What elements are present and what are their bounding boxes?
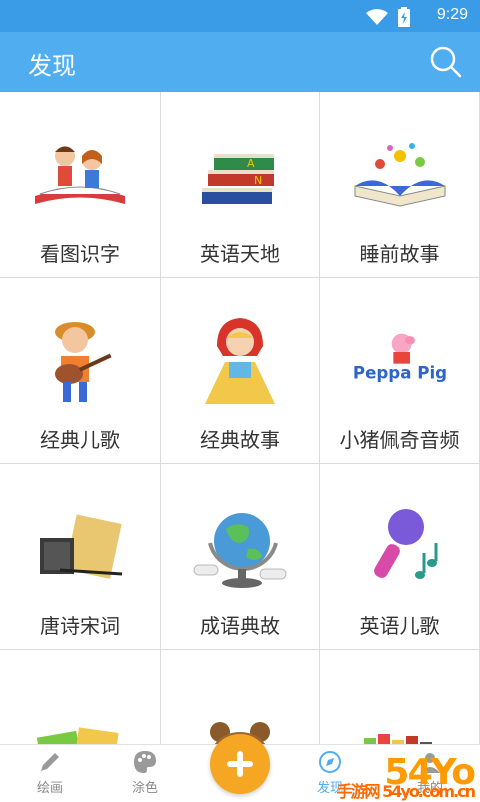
watermark: 54Yo 手游网 54yo.com.cn [337, 752, 476, 801]
little-red-riding-hood-icon [190, 312, 290, 412]
nav-label: 绘画 [36, 781, 63, 796]
wifi-icon [366, 9, 388, 25]
status-bar: 9:29 [0, 0, 480, 32]
svg-text:A: A [247, 157, 255, 170]
kids-reading-book-icon [30, 126, 130, 226]
discover-icon [319, 751, 341, 773]
pencil-icon [41, 753, 59, 771]
plus-icon [227, 751, 253, 777]
search-icon [430, 46, 462, 78]
grid-item-label: 唐诗宋词 [40, 614, 120, 638]
grid-item-chengyu-diangu[interactable]: 成语典故 [161, 464, 320, 650]
peppa-pig-logo-icon: Peppa Pig [350, 312, 450, 412]
alphabet-cards-icon: A B [30, 684, 130, 744]
pop-up-storybook-icon [350, 126, 450, 226]
grid-item-xiaozhu-peiqi[interactable]: Peppa Pig 小猪佩奇音频 [320, 278, 480, 464]
grid-item-label: 经典儿歌 [40, 428, 120, 452]
search-button[interactable] [428, 44, 464, 80]
watermark-sub: 手游网 54yo.com.cn [336, 782, 476, 801]
grid-item-label: 英语儿歌 [359, 614, 440, 638]
grid-item-shuiqian-gushi[interactable]: 睡前故事 [320, 92, 480, 278]
grid-item-label: 看图识字 [40, 242, 120, 266]
grid-item-partial-1[interactable]: A B [0, 650, 161, 744]
nav-item-drawing[interactable]: 绘画 [10, 749, 90, 796]
grid-item-tangshi-songci[interactable]: 唐诗宋词 [0, 464, 161, 650]
globe-icon [190, 498, 290, 598]
discover-grid: 看图识字 A N 英语天地 睡前故事 经典儿歌 经典故事 Peppa Pig 小… [0, 92, 480, 744]
grid-item-label: 经典故事 [200, 428, 280, 452]
grid-item-yingyu-tiandi[interactable]: A N 英语天地 [161, 92, 320, 278]
grid-item-jingdian-erge[interactable]: 经典儿歌 [0, 278, 161, 464]
grid-item-label: 睡前故事 [359, 242, 440, 266]
grid-item-kantu-shizi[interactable]: 看图识字 [0, 92, 161, 278]
status-icons [366, 7, 410, 27]
battery-icon [398, 7, 410, 27]
grid-item-label: 成语典故 [200, 614, 280, 638]
add-button[interactable] [210, 734, 270, 794]
grid-item-yingyu-erge[interactable]: 英语儿歌 [320, 464, 480, 650]
scroll-and-ink-icon [30, 498, 130, 598]
grid-item-label: 小猪佩奇音频 [339, 428, 460, 452]
grid-item-partial-2[interactable] [161, 650, 320, 744]
status-time: 9:29 [436, 6, 468, 23]
grid-item-jingdian-gushi[interactable]: 经典故事 [161, 278, 320, 464]
app-bar: 发现 [0, 32, 480, 92]
grid-item-partial-3[interactable] [320, 650, 480, 744]
grid-item-label: 英语天地 [200, 242, 280, 266]
microphone-music-icon [350, 498, 450, 598]
nav-label: 涂色 [131, 781, 158, 796]
peppa-logo-text: Peppa Pig [352, 364, 446, 383]
boy-playing-guitar-icon [30, 312, 130, 412]
page-title: 发现 [28, 52, 76, 80]
bookshelf-icon [350, 684, 450, 744]
palette-icon [134, 751, 156, 773]
nav-item-coloring[interactable]: 涂色 [105, 749, 185, 796]
stacked-books-icon: A N [190, 126, 290, 226]
svg-text:N: N [254, 174, 262, 187]
